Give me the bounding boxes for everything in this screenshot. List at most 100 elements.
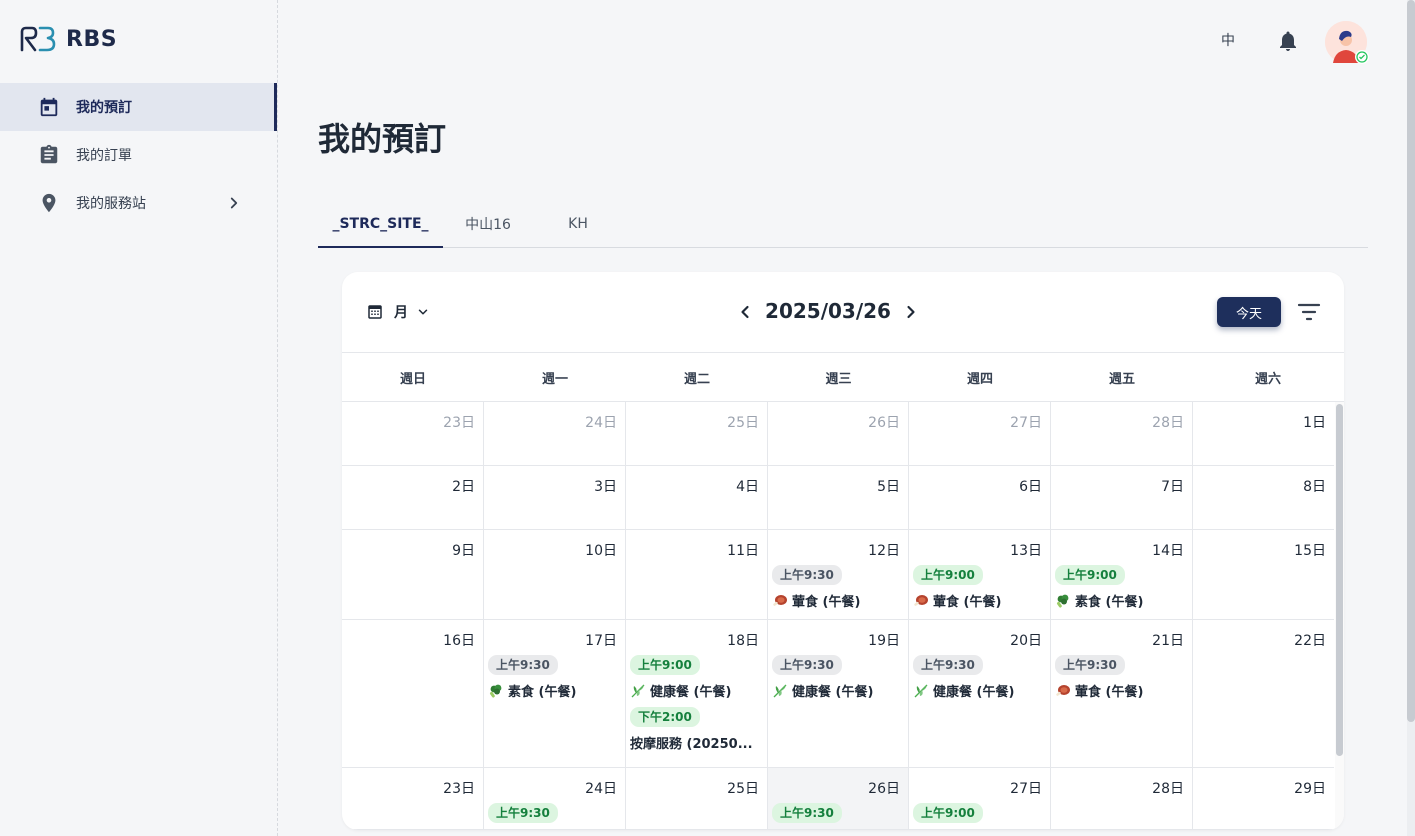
booking-event[interactable]: 上午9:30 葷食 (午餐): [772, 564, 900, 610]
bell-icon[interactable]: [1276, 29, 1300, 53]
chevron-right-icon[interactable]: [225, 194, 243, 212]
language-toggle[interactable]: 中: [1221, 30, 1235, 50]
calendar-card: 月 2025/03/26 今天 週日 週一 週二 週三 週四 週五 週六 23日 24日 25日…: [342, 272, 1344, 830]
sidebar-item-my-service-stations[interactable]: 我的服務站: [0, 179, 277, 227]
booking-event[interactable]: 上午9:00 健康餐 (午餐): [630, 654, 759, 700]
calendar-day[interactable]: 21日 上午9:30 葷食 (午餐): [1051, 620, 1193, 767]
calendar-day[interactable]: 26日: [768, 402, 909, 465]
booking-event[interactable]: 上午9:30: [488, 802, 617, 823]
calendar-day[interactable]: 24日上午9:30: [484, 768, 626, 829]
event-title: 健康餐 (午餐): [772, 681, 900, 700]
calendar-scrollbar-thumb[interactable]: [1336, 404, 1343, 756]
today-button[interactable]: 今天: [1217, 297, 1281, 327]
calendar-day[interactable]: 25日: [626, 402, 768, 465]
calendar-week-row: 23日 24日 上午9:30 25日 26日 上午9:30 27日 上午9:00 28日 29日: [342, 768, 1334, 830]
booking-event[interactable]: 上午9:30 素食 (午餐): [488, 654, 617, 700]
calendar-day[interactable]: 16日: [342, 620, 484, 767]
calendar-day[interactable]: 6日: [909, 466, 1051, 529]
calendar-day[interactable]: 15日: [1193, 530, 1334, 619]
day-number: 26日: [868, 415, 900, 431]
calendar-week-row: 2日 3日 4日 5日 6日 7日 8日: [342, 466, 1334, 530]
calendar-day[interactable]: 9日: [342, 530, 484, 619]
sidebar-item-my-orders[interactable]: 我的訂單: [0, 131, 277, 179]
chevron-left-icon[interactable]: [735, 302, 755, 322]
calendar-day[interactable]: 14日 上午9:00 素食 (午餐): [1051, 530, 1193, 619]
calendar-day[interactable]: 1日: [1193, 402, 1334, 465]
view-mode-select[interactable]: 月: [366, 302, 430, 322]
calendar-day[interactable]: 13日 上午9:00 葷食 (午餐): [909, 530, 1051, 619]
event-title-text: 葷食 (午餐): [1075, 685, 1144, 700]
calendar-day[interactable]: 22日: [1193, 620, 1334, 767]
meat-emoji-icon: [914, 594, 928, 606]
herb-emoji-icon: [773, 684, 787, 697]
calendar-day[interactable]: 12日 上午9:30 葷食 (午餐): [768, 530, 909, 619]
user-avatar[interactable]: [1325, 21, 1369, 64]
calendar-day[interactable]: 27日 上午9:00: [909, 768, 1051, 829]
calendar-day-today[interactable]: 26日 上午9:30: [768, 768, 909, 829]
sidebar-item-my-bookings[interactable]: 我的預訂: [0, 83, 277, 131]
day-number: 24日: [585, 781, 617, 797]
calendar-day[interactable]: 23日: [342, 768, 484, 829]
calendar-scrollbar[interactable]: [1335, 402, 1344, 830]
booking-event[interactable]: 上午9:30: [772, 802, 900, 823]
calendar-day[interactable]: 10日: [484, 530, 626, 619]
event-title: 素食 (午餐): [1055, 591, 1184, 610]
calendar-day[interactable]: 3日: [484, 466, 626, 529]
booking-event[interactable]: 上午9:00: [913, 802, 1042, 823]
calendar-day[interactable]: 28日: [1051, 402, 1193, 465]
calendar-day[interactable]: 28日: [1051, 768, 1193, 829]
calendar-grid: 23日 24日 25日 26日 27日 28日 1日 2日 3日 4日 5日 6日 7日 8日 9日 10日 1…: [342, 402, 1334, 830]
day-events: 上午9:30 葷食 (午餐): [772, 564, 900, 610]
calendar-day[interactable]: 23日: [342, 402, 484, 465]
herb-emoji-icon: [631, 684, 645, 697]
calendar-day[interactable]: 18日 上午9:00 健康餐 (午餐) 下午2:00 按摩服務 (20250...: [626, 620, 768, 767]
day-number: 22日: [1294, 633, 1326, 649]
day-events: 上午9:00 素食 (午餐): [1055, 564, 1184, 610]
calendar-day[interactable]: 7日: [1051, 466, 1193, 529]
booking-event[interactable]: 上午9:00 葷食 (午餐): [913, 564, 1042, 610]
sidebar-item-label: 我的預訂: [76, 100, 132, 116]
booking-event[interactable]: 下午2:00 按摩服務 (20250...: [630, 706, 759, 752]
calendar-day[interactable]: 29日: [1193, 768, 1334, 829]
app-logo[interactable]: RBS: [20, 26, 117, 52]
calendar-day[interactable]: 20日 上午9:30 健康餐 (午餐): [909, 620, 1051, 767]
day-number: 4日: [736, 479, 759, 495]
calendar-day[interactable]: 19日 上午9:30 健康餐 (午餐): [768, 620, 909, 767]
tab-strc-site[interactable]: _STRC_SITE_: [318, 200, 443, 248]
chevron-right-icon[interactable]: [901, 302, 921, 322]
calendar-day[interactable]: 11日: [626, 530, 768, 619]
event-title: 健康餐 (午餐): [913, 681, 1042, 700]
booking-event[interactable]: 上午9:30 健康餐 (午餐): [772, 654, 900, 700]
day-number: 29日: [1294, 781, 1326, 797]
event-title: 健康餐 (午餐): [630, 681, 759, 700]
tab-kh[interactable]: KH: [533, 200, 623, 247]
event-time-badge: 上午9:30: [1055, 655, 1125, 675]
event-time-badge: 上午9:00: [913, 803, 983, 823]
rbs-logo-icon: [20, 26, 56, 52]
booking-event[interactable]: 上午9:30 葷食 (午餐): [1055, 654, 1184, 700]
booking-event[interactable]: 上午9:30 健康餐 (午餐): [913, 654, 1042, 700]
calendar-day[interactable]: 2日: [342, 466, 484, 529]
calendar-day[interactable]: 27日: [909, 402, 1051, 465]
weekday-label: 週六: [1254, 371, 1281, 387]
weekday-label: 週一: [541, 371, 568, 387]
page-scrollbar[interactable]: [1407, 0, 1415, 836]
calendar-toolbar: 月 2025/03/26 今天: [342, 272, 1344, 353]
calendar-day[interactable]: 17日 上午9:30 素食 (午餐): [484, 620, 626, 767]
event-time-badge: 上午9:00: [913, 565, 983, 585]
booking-event[interactable]: 上午9:00 素食 (午餐): [1055, 564, 1184, 610]
calendar-day[interactable]: 5日: [768, 466, 909, 529]
page-scrollbar-thumb[interactable]: [1407, 0, 1415, 722]
calendar-day[interactable]: 8日: [1193, 466, 1334, 529]
current-date: 2025/03/26: [765, 299, 891, 323]
event-title-text: 葷食 (午餐): [792, 595, 861, 610]
filter-icon[interactable]: [1297, 301, 1321, 323]
tab-zhongshan16[interactable]: 中山16: [443, 200, 533, 247]
calendar-day[interactable]: 24日: [484, 402, 626, 465]
day-number: 28日: [1152, 781, 1184, 797]
view-mode-label: 月: [394, 305, 408, 321]
calendar-day[interactable]: 25日: [626, 768, 768, 829]
day-events: 上午9:30 健康餐 (午餐): [772, 654, 900, 700]
day-events: 上午9:30 健康餐 (午餐): [913, 654, 1042, 700]
calendar-day[interactable]: 4日: [626, 466, 768, 529]
